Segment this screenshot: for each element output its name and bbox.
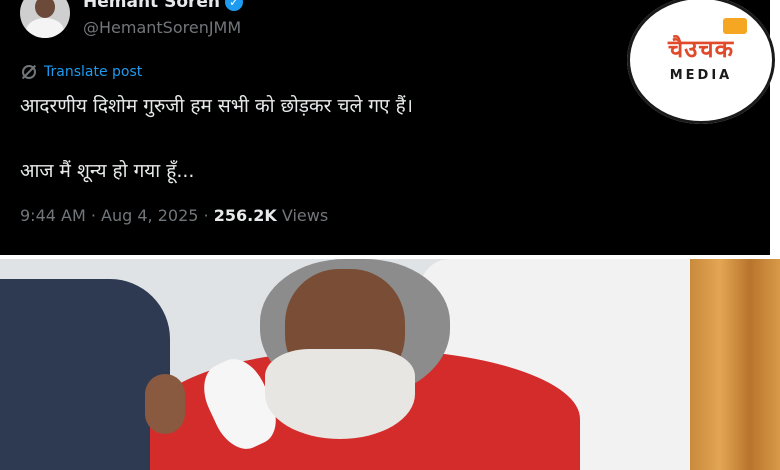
tweet-card: Hemant Soren ✓ @HemantSorenJMM Translate…: [0, 0, 775, 255]
photo-hand: [145, 374, 185, 434]
meta-separator: ·: [90, 206, 96, 225]
tweet-meta: 9:44 AM · Aug 4, 2025 · 256.2K Views: [20, 206, 328, 225]
meta-separator: ·: [203, 206, 209, 225]
tweet-text-line-2: आज मैं शून्य हो गया हूँ...: [20, 160, 195, 182]
avatar-face: [35, 0, 55, 18]
photo-beard: [265, 349, 415, 439]
tweet-text-line-1: आदरणीय दिशोम गुरुजी हम सभी को छोड़कर चले…: [20, 95, 413, 117]
author-name[interactable]: Hemant Soren ✓: [83, 0, 244, 12]
translate-label[interactable]: Translate post: [44, 64, 142, 80]
media-logo: चैउचक MEDIA: [627, 0, 775, 124]
logo-brand: चैउचक: [667, 35, 735, 63]
hospital-photo: [0, 259, 780, 470]
views-count: 256.2K: [213, 206, 277, 225]
author-handle[interactable]: @HemantSorenJMM: [83, 18, 241, 37]
avatar-body: [26, 18, 64, 38]
translate-post-link[interactable]: Translate post: [22, 64, 142, 80]
author-name-text[interactable]: Hemant Soren: [83, 0, 220, 12]
verified-badge-icon: ✓: [225, 0, 244, 11]
views-label: Views: [281, 206, 329, 225]
tweet-date[interactable]: Aug 4, 2025: [101, 206, 198, 225]
photo-arm: [0, 279, 170, 470]
photo-curtain: [690, 259, 780, 470]
logo-sub: MEDIA: [669, 68, 733, 83]
tweet-time[interactable]: 9:44 AM: [20, 206, 86, 225]
avatar[interactable]: [20, 0, 70, 38]
translate-globe-icon: [22, 65, 36, 79]
